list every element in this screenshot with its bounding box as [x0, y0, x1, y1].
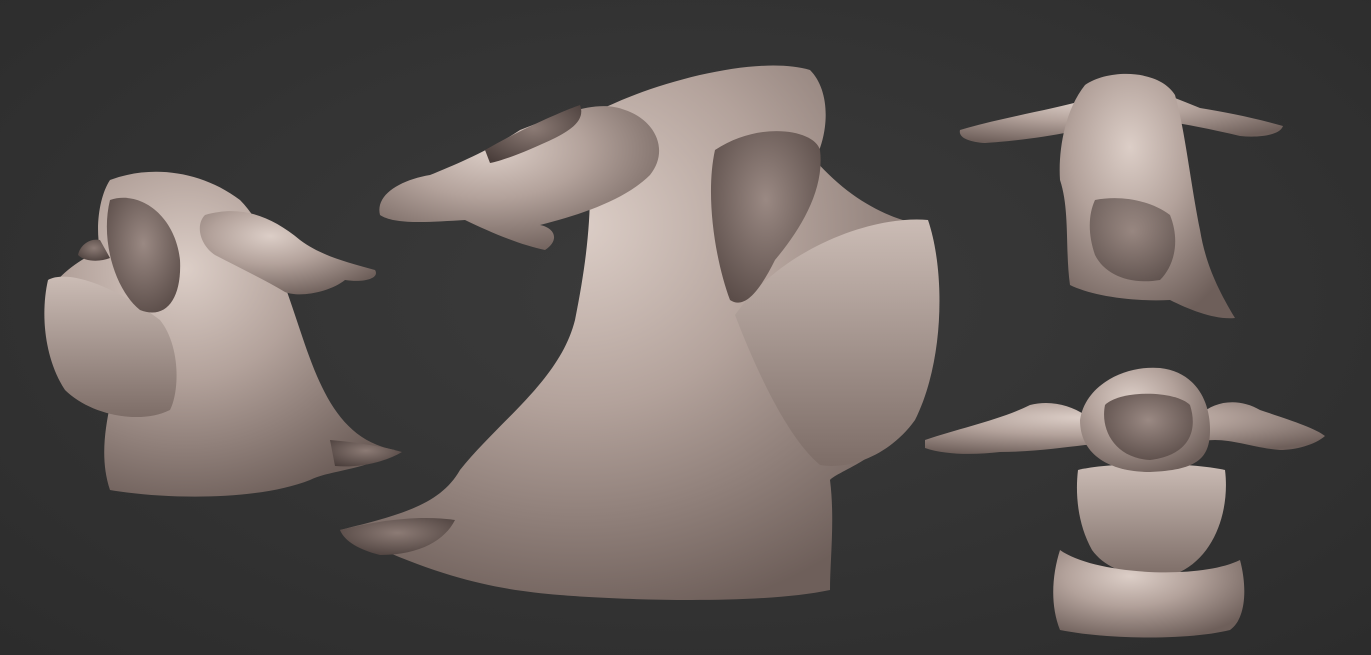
- render-canvas: [44, 65, 1325, 638]
- creature-view-bottom-right: [925, 367, 1325, 638]
- creature-view-top-right: [959, 73, 1283, 319]
- creature-view-center: [340, 65, 940, 600]
- sculpt-viewport: [0, 0, 1371, 655]
- creature-view-left: [44, 171, 402, 497]
- creature-jaw-bottom-right: [1076, 464, 1226, 577]
